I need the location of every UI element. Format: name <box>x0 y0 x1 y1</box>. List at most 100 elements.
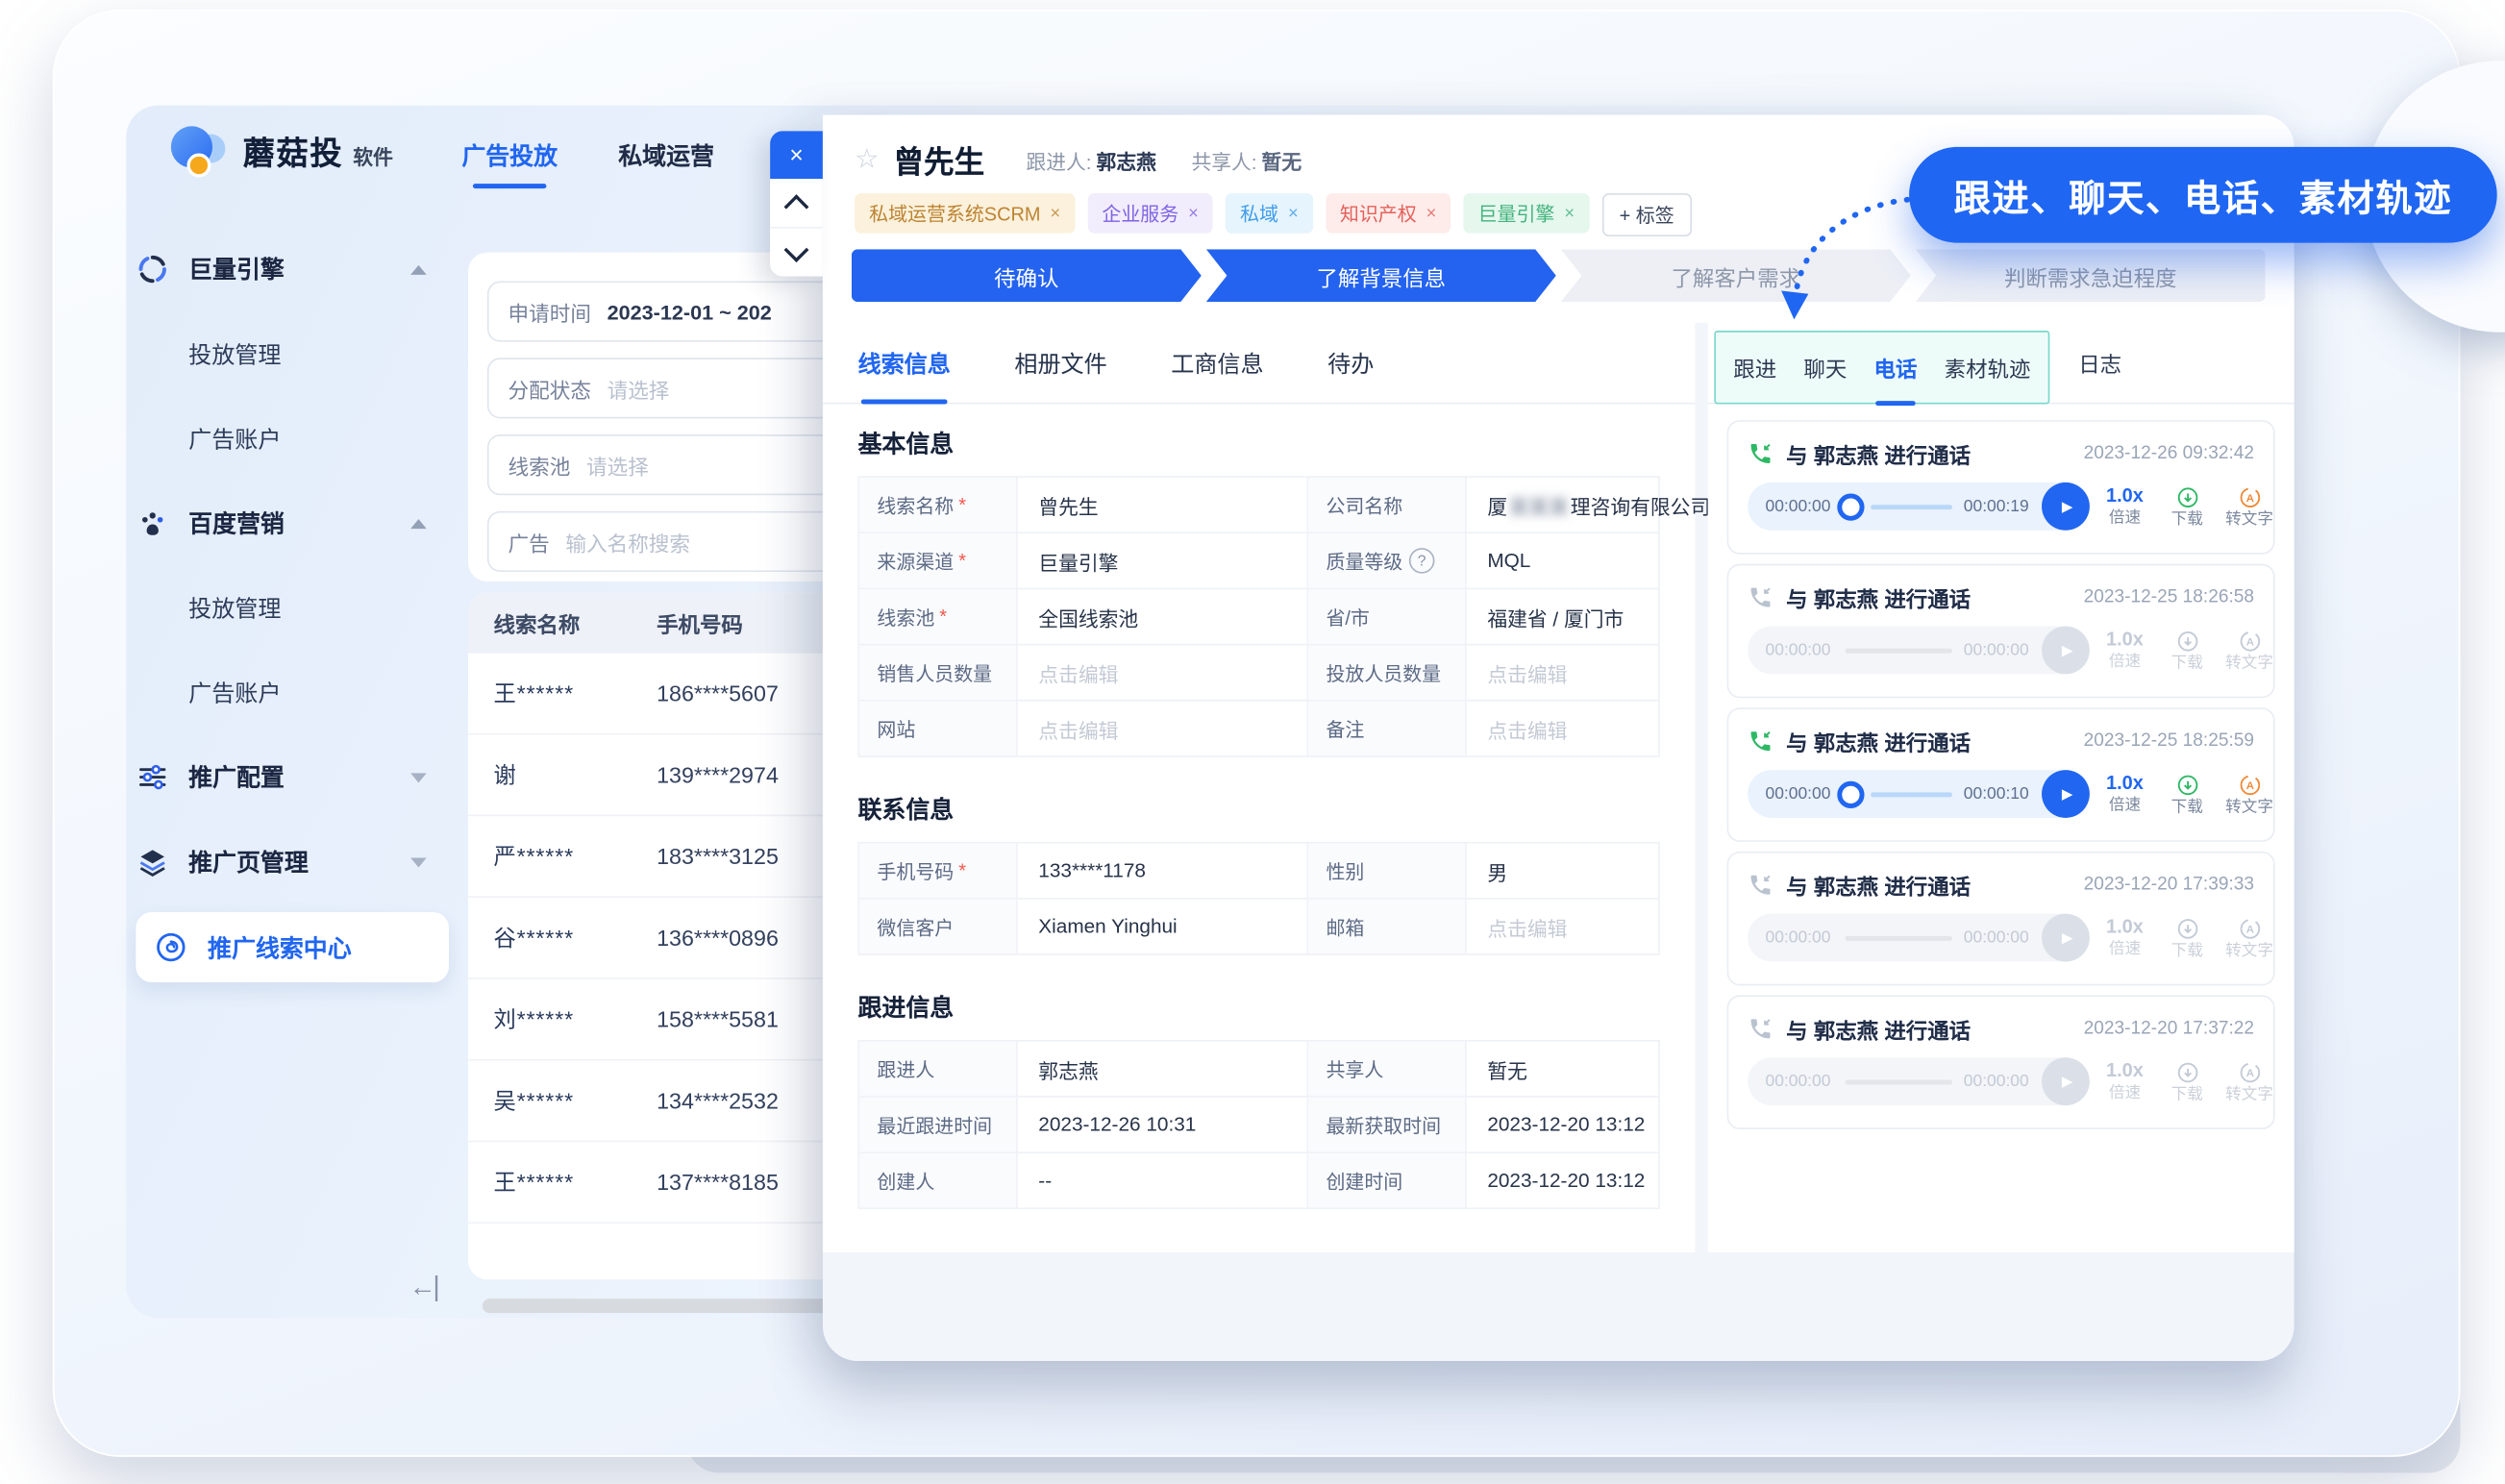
phone-value[interactable]: 133****1178 <box>1018 844 1308 899</box>
play-button[interactable]: ▶ <box>2042 914 2090 962</box>
sidebar-group-promo-config[interactable]: 推广配置 <box>136 735 449 820</box>
lead-pool-value[interactable]: 全国线索池 <box>1018 589 1308 644</box>
last-follow-time: 2023-12-26 10:31 <box>1018 1098 1308 1152</box>
player-track[interactable] <box>1871 792 1952 797</box>
sales-count-value[interactable]: 点击编辑 <box>1018 645 1308 700</box>
step-pending-confirm[interactable]: 待确认 <box>852 249 1202 302</box>
tag-chip[interactable]: 知识产权 × <box>1326 193 1451 234</box>
download-icon <box>2175 916 2199 940</box>
speed-control[interactable]: 1.0x 倍速 <box>2101 774 2149 814</box>
tab-phone[interactable]: 电话 <box>1874 352 1918 383</box>
player-bar[interactable]: 00:00:00 00:00:00 ▶ <box>1748 914 2086 962</box>
player-knob[interactable] <box>1837 780 1864 807</box>
player-track[interactable] <box>1845 935 1952 940</box>
lead-phone: 137****8185 <box>657 1170 779 1196</box>
section-title-basic: 基本信息 <box>857 427 1659 460</box>
player-bar[interactable]: 00:00:00 00:00:10 ▶ <box>1748 770 2086 818</box>
remove-tag-icon[interactable]: × <box>1050 204 1060 223</box>
contact-info-table: 手机号码* 133****1178 性别 男 微信客户 Xiamen Yingh… <box>857 842 1659 955</box>
speed-control[interactable]: 1.0x 倍速 <box>2101 486 2149 527</box>
tab-ad-delivery[interactable]: 广告投放 <box>461 139 558 189</box>
close-drawer-button[interactable]: × <box>770 131 823 179</box>
sidebar-item-ad-account-2[interactable]: 广告账户 <box>136 650 449 734</box>
next-lead-button[interactable] <box>770 227 823 277</box>
download-control[interactable]: 下载 <box>2163 773 2211 816</box>
play-button[interactable]: ▶ <box>2042 627 2090 675</box>
speed-control[interactable]: 1.0x 倍速 <box>2101 1061 2149 1101</box>
tag-chip[interactable]: 私域运营系统SCRM × <box>855 193 1075 234</box>
sidebar-group-landing-pages[interactable]: 推广页管理 <box>136 820 449 904</box>
tab-lead-info[interactable]: 线索信息 <box>857 346 950 380</box>
player-bar[interactable]: 00:00:00 00:00:00 ▶ <box>1748 1057 2086 1105</box>
transcribe-control[interactable]: A 转文字 <box>2225 629 2273 672</box>
wechat-value[interactable]: Xiamen Yinghui <box>1018 900 1308 954</box>
follower-value[interactable]: 郭志燕 <box>1018 1042 1308 1097</box>
remove-tag-icon[interactable]: × <box>1564 204 1575 223</box>
lead-name-value[interactable]: 曾先生 <box>1018 478 1308 532</box>
sidebar-item-delivery-mgmt-1[interactable]: 投放管理 <box>136 311 449 396</box>
speed-control[interactable]: 1.0x 倍速 <box>2101 630 2149 670</box>
download-control[interactable]: 下载 <box>2163 916 2211 959</box>
download-control[interactable]: 下载 <box>2163 484 2211 528</box>
chevron-down-icon <box>784 236 809 261</box>
tab-business-info[interactable]: 工商信息 <box>1171 346 1263 380</box>
tab-chat[interactable]: 聊天 <box>1803 352 1847 383</box>
help-icon[interactable]: ? <box>1409 548 1435 574</box>
sidebar-group-oceanengine[interactable]: 巨量引擎 <box>136 227 449 311</box>
oceanengine-icon <box>136 253 167 284</box>
player-bar[interactable]: 00:00:00 00:00:00 ▶ <box>1748 627 2086 675</box>
tab-private-domain[interactable]: 私域运营 <box>618 139 714 189</box>
audio-player: 00:00:00 00:00:10 ▶ 1.0x 倍速 <box>1748 770 2267 818</box>
incoming-call-icon <box>1748 1016 1773 1042</box>
filter-assign-status[interactable]: 分配状态 请选择 <box>487 358 871 418</box>
tag-chip[interactable]: 巨量引擎 × <box>1464 193 1589 234</box>
call-timestamp: 2023-12-26 09:32:42 <box>2084 444 2254 463</box>
sidebar-item-leads-center[interactable]: 推广线索中心 <box>136 912 449 982</box>
filter-lead-pool[interactable]: 线索池 请选择 <box>487 434 871 495</box>
incoming-call-icon <box>1748 441 1773 467</box>
remove-tag-icon[interactable]: × <box>1188 204 1199 223</box>
transcribe-control[interactable]: A 转文字 <box>2225 1060 2273 1103</box>
tab-material-track[interactable]: 素材轨迹 <box>1945 352 2031 383</box>
lead-phone: 186****5607 <box>657 680 779 706</box>
transcribe-control[interactable]: A 转文字 <box>2225 773 2273 816</box>
player-track[interactable] <box>1845 648 1952 653</box>
player-track[interactable] <box>1871 504 1952 508</box>
sidebar-item-ad-account-1[interactable]: 广告账户 <box>136 396 449 481</box>
step-background-info[interactable]: 了解背景信息 <box>1206 249 1556 302</box>
download-control[interactable]: 下载 <box>2163 629 2211 672</box>
filter-ad-search[interactable]: 广告 输入名称搜索 <box>487 511 871 572</box>
player-track[interactable] <box>1845 1079 1952 1084</box>
filter-apply-time[interactable]: 申请时间 2023-12-01 ~ 202 <box>487 282 871 342</box>
brand-name: 蘑菇投 <box>243 127 344 173</box>
tag-chip[interactable]: 私域 × <box>1226 193 1313 234</box>
remove-tag-icon[interactable]: × <box>1426 204 1437 223</box>
player-bar[interactable]: 00:00:00 00:00:19 ▶ <box>1748 482 2086 531</box>
play-button[interactable]: ▶ <box>2042 482 2090 531</box>
speed-control[interactable]: 1.0x 倍速 <box>2101 918 2149 958</box>
call-title: 与 郭志燕 进行通话 <box>1786 437 1971 469</box>
add-tag-button[interactable]: + 标签 <box>1601 193 1692 236</box>
player-duration: 00:00:00 <box>1964 1072 2029 1091</box>
step-urgency[interactable]: 判断需求急迫程度 <box>1916 249 2266 302</box>
sidebar-item-delivery-mgmt-2[interactable]: 投放管理 <box>136 565 449 650</box>
source-channel-value[interactable]: 巨量引擎 <box>1018 533 1308 588</box>
play-button[interactable]: ▶ <box>2042 770 2090 818</box>
website-value[interactable]: 点击编辑 <box>1018 702 1308 756</box>
download-control[interactable]: 下载 <box>2163 1060 2211 1103</box>
star-icon[interactable]: ☆ <box>855 144 879 176</box>
sidebar-group-baidu[interactable]: 百度营销 <box>136 481 449 565</box>
tag-chip[interactable]: 企业服务 × <box>1087 193 1212 234</box>
tab-follow-up[interactable]: 跟进 <box>1733 352 1776 383</box>
tab-album-files[interactable]: 相册文件 <box>1014 346 1106 380</box>
transcribe-control[interactable]: A 转文字 <box>2225 916 2273 959</box>
tab-todo[interactable]: 待办 <box>1327 346 1374 380</box>
remove-tag-icon[interactable]: × <box>1288 204 1299 223</box>
tag-list: 私域运营系统SCRM × 企业服务 × 私域 × <box>855 193 1692 236</box>
play-button[interactable]: ▶ <box>2042 1057 2090 1105</box>
tab-log[interactable]: 日志 <box>2078 347 2121 379</box>
player-knob[interactable] <box>1837 493 1864 520</box>
transcribe-control[interactable]: A 转文字 <box>2225 484 2273 528</box>
collapse-sidebar-button[interactable]: ←| <box>409 1272 436 1303</box>
prev-lead-button[interactable] <box>770 179 823 227</box>
